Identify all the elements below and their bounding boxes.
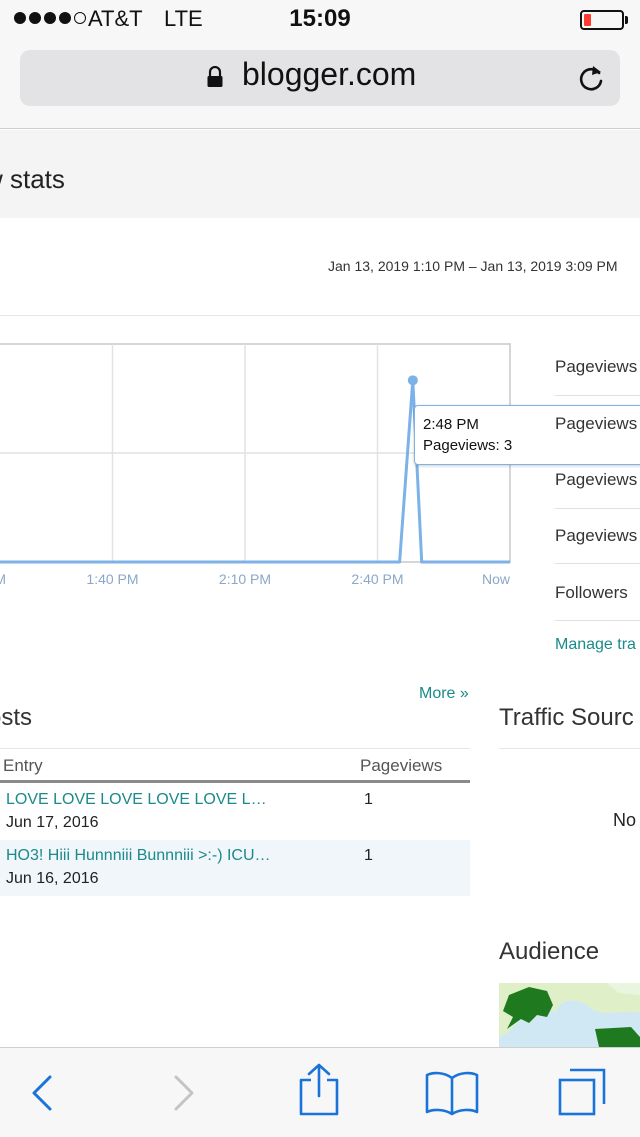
audience-title: Audience — [499, 938, 600, 965]
post-date: Jun 16, 2016 — [6, 870, 99, 887]
manage-tracking-link[interactable]: Manage tra — [555, 636, 636, 654]
page-header: w stats — [0, 130, 640, 218]
x-tick-label: 2:10 PM — [219, 571, 271, 587]
data-point[interactable] — [407, 375, 418, 386]
post-title-link[interactable]: HO3! Hiii Hunnniii Bunnniii >:-) ICU… — [6, 847, 271, 865]
followers-item[interactable]: Followers — [555, 583, 628, 603]
url-text[interactable]: blogger.com — [242, 56, 416, 93]
divider — [555, 563, 640, 564]
page-title: w stats — [0, 164, 65, 194]
divider — [555, 508, 640, 509]
column-header-entry[interactable]: Entry — [3, 756, 43, 776]
battery-nub — [625, 16, 628, 24]
post-pageviews: 1 — [364, 791, 373, 808]
back-icon[interactable] — [28, 1073, 58, 1113]
tooltip-time: 2:48 PM — [423, 416, 479, 433]
date-range: Jan 13, 2019 1:10 PM – Jan 13, 2019 3:09… — [328, 258, 618, 274]
divider — [555, 395, 640, 396]
divider — [0, 315, 640, 316]
share-icon[interactable] — [296, 1062, 342, 1118]
browser-toolbar — [0, 1047, 640, 1137]
lock-icon — [207, 66, 223, 87]
posts-section-title: osts — [0, 704, 33, 731]
tabs-icon[interactable] — [556, 1066, 608, 1118]
x-tick-label: 1:10 PM — [0, 571, 6, 587]
right-list-item[interactable]: Pageviews — [555, 526, 637, 546]
pageviews-chart: 1:10 PM 1:40 PM 2:10 PM 2:40 PM Now — [0, 343, 511, 587]
tooltip-value: Pageviews: 3 — [423, 437, 513, 454]
post-title-link[interactable]: LOVE LOVE LOVE LOVE LOVE L… — [6, 791, 267, 809]
status-time: 15:09 — [289, 5, 351, 32]
battery-icon — [580, 10, 624, 30]
no-data-message: No — [613, 810, 637, 830]
post-pageviews: 1 — [364, 847, 373, 864]
divider — [555, 620, 640, 621]
forward-icon[interactable] — [168, 1073, 198, 1113]
browser-address-area: blogger.com — [0, 40, 640, 129]
x-tick-label: 2:40 PM — [351, 571, 403, 587]
x-tick-label: 1:40 PM — [86, 571, 138, 587]
divider — [0, 748, 470, 749]
column-header-pageviews[interactable]: Pageviews — [360, 756, 442, 776]
traffic-sources-title: Traffic Sourc — [499, 704, 634, 731]
right-list-item[interactable]: Pageviews — [555, 357, 637, 377]
divider — [499, 748, 640, 749]
status-bar: AT&T LTE 15:09 — [0, 0, 640, 40]
audience-map[interactable] — [499, 983, 640, 1047]
more-posts-link[interactable]: More » — [419, 685, 469, 703]
table-header-underline — [0, 780, 470, 783]
reload-icon[interactable] — [577, 63, 605, 93]
x-tick-label: Now — [482, 571, 511, 587]
right-list-item[interactable]: Pageviews — [555, 470, 637, 490]
right-list-item[interactable]: Pageviews — [555, 414, 637, 434]
post-date: Jun 17, 2016 — [6, 814, 99, 831]
bookmarks-icon[interactable] — [424, 1070, 480, 1116]
